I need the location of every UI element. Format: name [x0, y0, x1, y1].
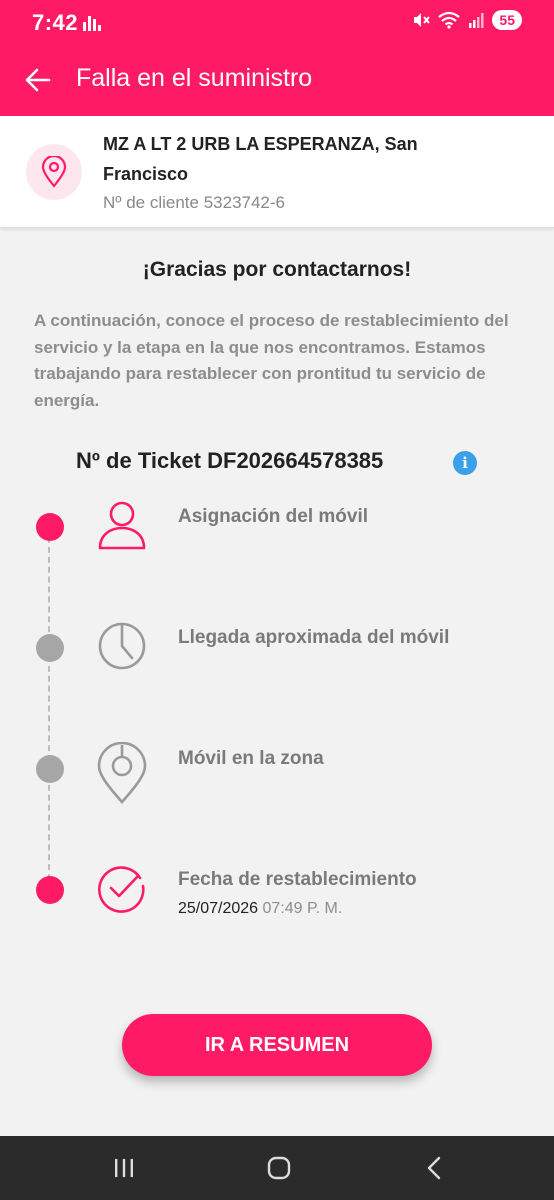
- timeline-connector: [48, 527, 50, 890]
- cell-signal-icon: [469, 13, 484, 28]
- step-2-dot: [36, 634, 64, 662]
- address-line-1: MZ A LT 2 URB LA ESPERANZA, San: [103, 134, 418, 154]
- user-icon: [98, 501, 146, 550]
- ticket-number: Nº de Ticket DF202664578385: [76, 448, 384, 473]
- system-nav-bar: [0, 1136, 554, 1200]
- step-4-dot: [36, 876, 64, 904]
- restoration-date: 25/07/2026: [178, 900, 259, 917]
- signal-activity-icon: [83, 16, 101, 31]
- back-nav-button[interactable]: [416, 1152, 452, 1184]
- restoration-time: 07:49 P. M.: [262, 900, 343, 917]
- status-time: 7:42: [32, 10, 79, 35]
- location-pin-icon: [41, 156, 67, 188]
- recent-apps-button[interactable]: [106, 1152, 142, 1184]
- address-line-2: Francisco: [103, 164, 189, 184]
- wifi-icon: [438, 11, 461, 29]
- battery-indicator: 55: [492, 10, 522, 30]
- step-3-label: Móvil en la zona: [178, 748, 324, 769]
- page-title: Falla en el suministro: [76, 64, 313, 92]
- step-3-dot: [36, 755, 64, 783]
- recent-apps-icon: [115, 1159, 133, 1177]
- location-pin-icon: [97, 742, 147, 804]
- step-4-label: Fecha de restablecimiento: [178, 869, 417, 890]
- mute-icon: [414, 13, 431, 27]
- app-bar: Falla en el suministro: [0, 44, 554, 116]
- clock-icon: [98, 622, 146, 670]
- restoration-datetime: 25/07/2026 07:49 P. M.: [178, 900, 342, 918]
- step-1-label: Asignación del móvil: [178, 506, 369, 527]
- info-button[interactable]: i: [453, 451, 477, 475]
- check-circle-icon: [97, 866, 145, 913]
- status-bar: 7:42 55: [0, 0, 554, 44]
- go-to-summary-button[interactable]: IR A RESUMEN: [122, 1014, 432, 1076]
- home-icon: [267, 1156, 291, 1180]
- step-1-dot: [36, 513, 64, 541]
- back-button[interactable]: [18, 60, 58, 100]
- home-button[interactable]: [261, 1152, 297, 1184]
- client-number: Nº de cliente 5323742-6: [103, 193, 286, 212]
- thanks-heading: ¡Gracias por contactarnos!: [142, 258, 412, 281]
- arrow-left-icon: [25, 68, 51, 92]
- info-icon: i: [462, 454, 468, 472]
- step-2-label: Llegada aproximada del móvil: [178, 627, 450, 648]
- intro-text: A continuación, conoce el proceso de res…: [34, 311, 509, 410]
- address-icon-badge: [26, 144, 82, 200]
- chevron-left-icon: [427, 1156, 441, 1180]
